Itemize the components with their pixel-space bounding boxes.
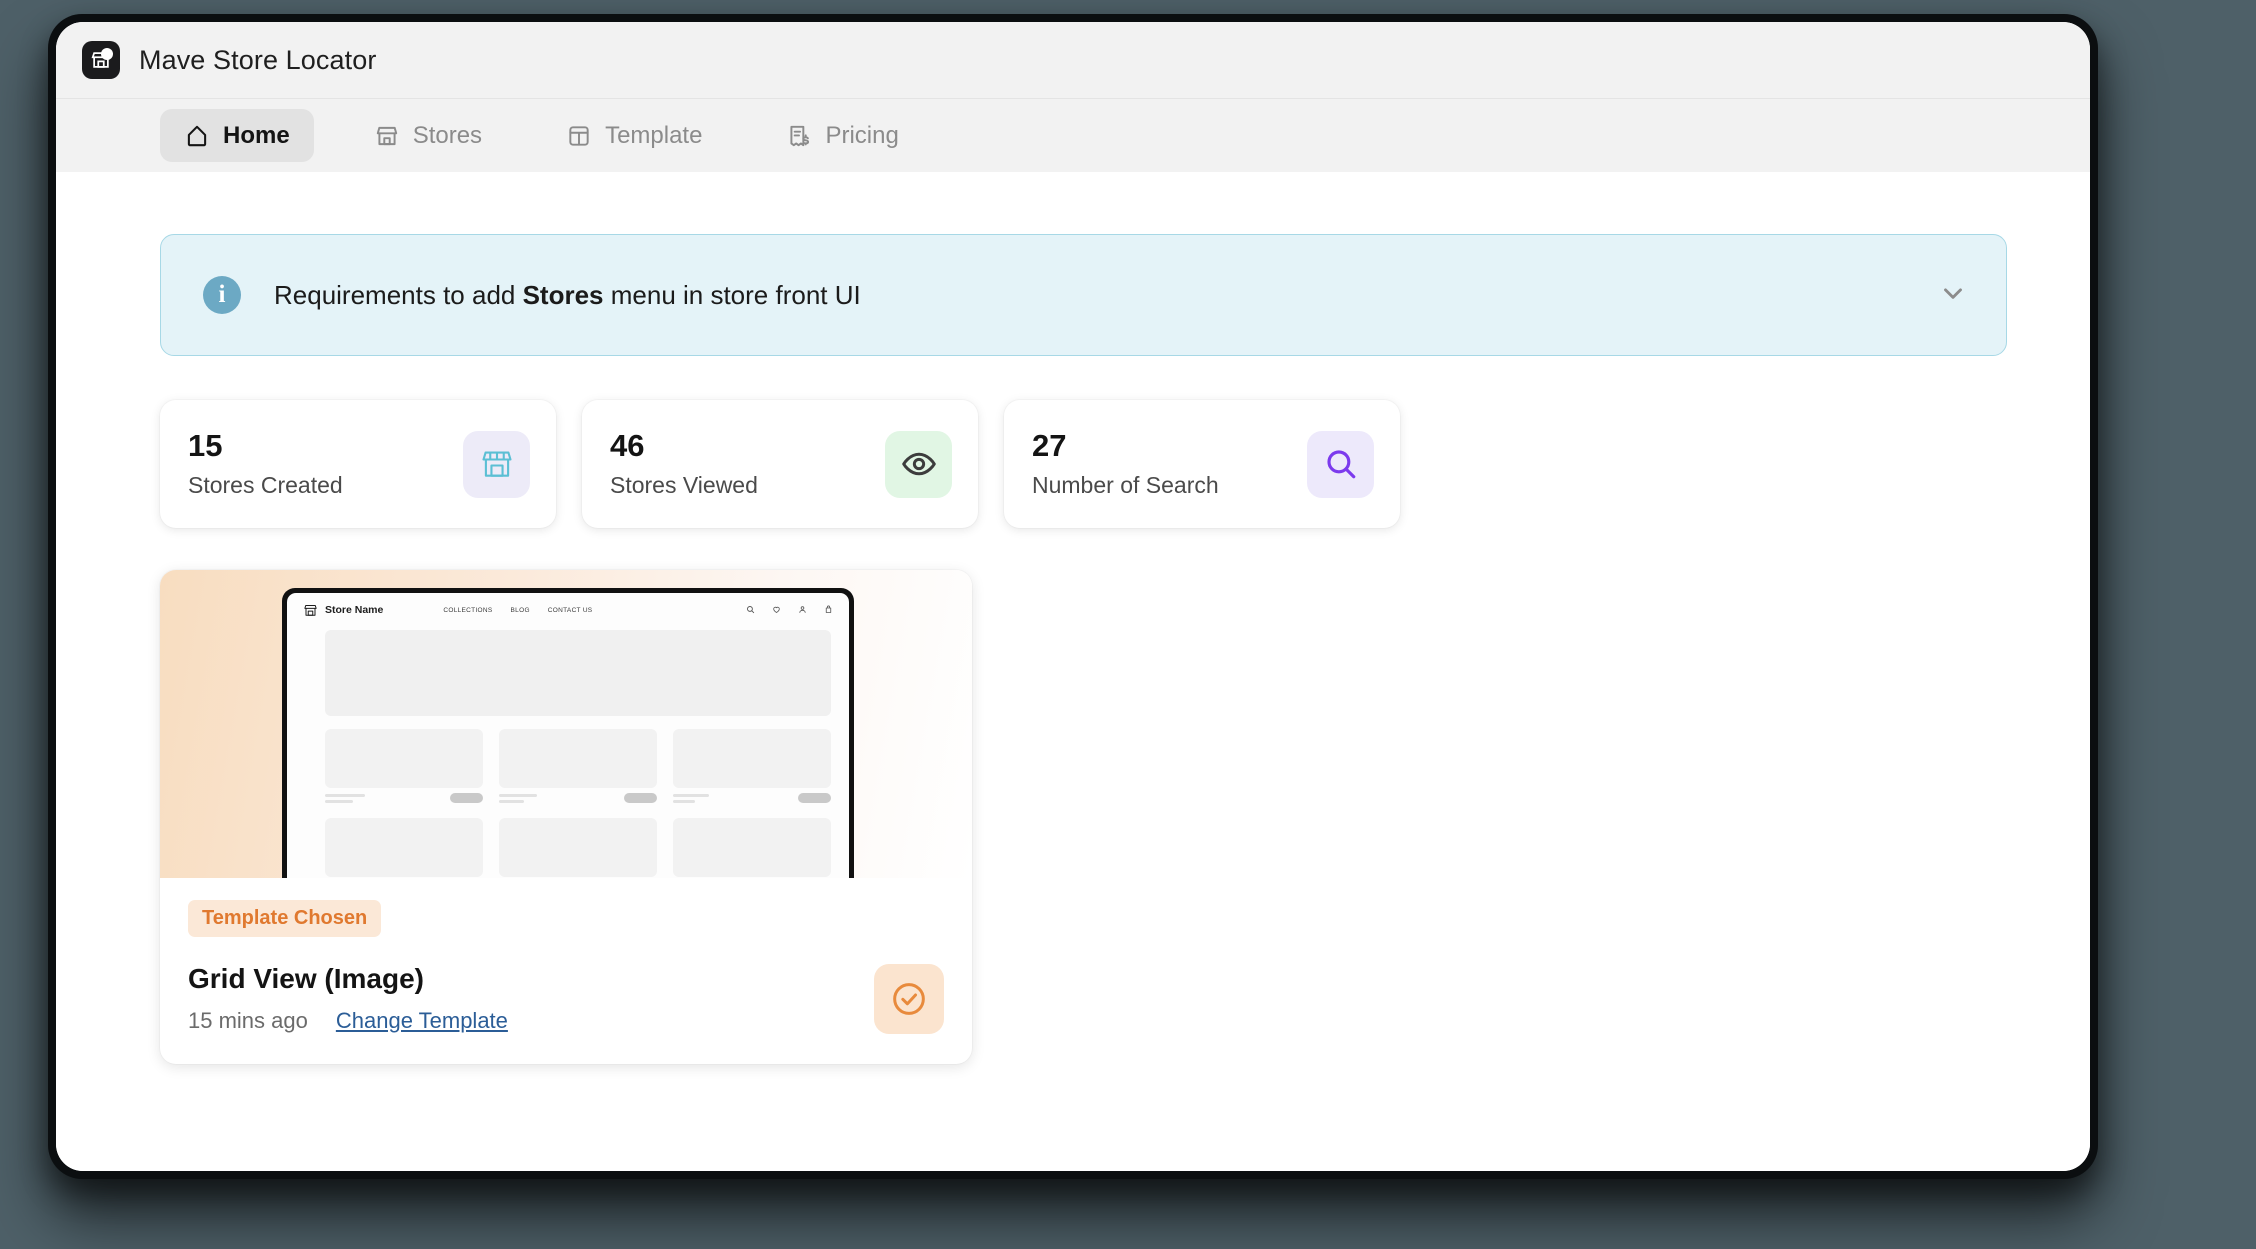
storefront-nav-contact-us: CONTACT US [547,606,593,614]
product-lines [499,793,537,803]
template-meta: 15 mins ago Change Template [188,1008,508,1034]
stat-label: Number of Search [1032,472,1219,499]
change-template-link[interactable]: Change Template [336,1008,508,1034]
product-tile [325,729,483,803]
stat-value: 46 [610,427,645,463]
main-content: i Requirements to add Stores menu in sto… [56,172,2090,1171]
storefront-nav: COLLECTIONS BLOG CONTACT US [443,607,592,614]
product-image [325,729,483,788]
storefront-brand: Store Name [303,603,383,618]
device-mockup: Store Name COLLECTIONS BLOG CONTACT US [282,588,854,878]
product-button [798,793,831,803]
product-image [499,818,657,877]
template-info-row: Grid View (Image) 15 mins ago Change Tem… [188,963,944,1034]
chevron-down-icon[interactable] [1938,278,1968,313]
storefront-hero [325,630,831,716]
status-badge: Template Chosen [188,900,382,937]
product-image [673,818,831,877]
tab-stores[interactable]: Stores [350,109,506,162]
product-tile [673,729,831,803]
tab-home-label: Home [223,121,290,149]
product-image [673,729,831,788]
eye-icon [885,430,952,498]
stat-card-number-of-search[interactable]: 27 Number of Search [1004,400,1400,528]
storefront-header: Store Name COLLECTIONS BLOG CONTACT US [287,593,849,627]
banner-text: Requirements to add Stores menu in store… [274,280,1938,311]
stat-value: 27 [1032,427,1067,463]
storefront-nav-blog: BLOG [510,606,530,614]
template-card-body: Template Chosen Grid View (Image) 15 min… [160,878,972,1064]
product-meta [673,793,831,803]
product-meta [499,793,657,803]
template-name: Grid View (Image) [188,963,424,994]
banner-text-bold: Stores [522,279,604,310]
title-bar: Mave Store Locator [56,22,2090,98]
storefront-icons [746,601,833,619]
page-title: Mave Store Locator [139,44,377,75]
stat-card-stores-viewed[interactable]: 46 Stores Viewed [582,400,978,528]
tab-stores-label: Stores [412,121,483,149]
banner-text-after: menu in store front UI [603,279,861,310]
product-tile [499,729,657,803]
device-screen: Store Name COLLECTIONS BLOG CONTACT US [287,593,849,878]
search-icon [746,601,755,619]
stat-value: 15 [188,427,223,463]
template-timestamp: 15 mins ago [188,1008,308,1033]
stat-text-group: 46 Stores Viewed [610,427,758,499]
stat-text-group: 15 Stores Created [188,427,343,499]
storefront-nav-collections: COLLECTIONS [443,606,493,614]
product-tile [325,818,483,878]
stats-row: 15 Stores Created 46 Stores Viewed 27 Nu… [160,400,2090,528]
product-meta [325,793,483,803]
product-image [499,729,657,788]
template-card[interactable]: Store Name COLLECTIONS BLOG CONTACT US T… [160,570,972,1064]
user-icon [798,601,807,619]
storefront-name: Store Name [325,604,384,616]
storefront-product-grid [325,729,831,878]
tab-template-label: Template [605,121,703,149]
product-button [624,793,657,803]
info-icon: i [203,276,241,314]
product-tile [673,818,831,878]
check-circle-icon[interactable] [874,963,944,1034]
layout-icon [566,123,592,149]
heart-icon [772,601,781,619]
stat-card-stores-created[interactable]: 15 Stores Created [160,400,556,528]
stat-text-group: 27 Number of Search [1032,427,1219,499]
product-image [325,818,483,877]
product-tile [499,818,657,878]
desktop-background: Mave Store Locator Home Stores Template … [0,0,2256,1249]
app-window: Mave Store Locator Home Stores Template … [56,22,2090,1171]
tab-template[interactable]: Template [542,109,726,162]
storefront-icon [374,123,400,149]
app-window-frame: Mave Store Locator Home Stores Template … [48,14,2098,1179]
tab-home[interactable]: Home [160,109,314,162]
template-info-group: Grid View (Image) 15 mins ago Change Tem… [188,963,508,1034]
banner-text-before: Requirements to add [274,279,523,310]
home-icon [184,123,210,149]
product-lines [325,793,365,803]
tab-pricing[interactable]: Pricing [762,109,922,162]
tab-pricing-label: Pricing [825,121,899,149]
product-lines [673,793,709,803]
template-preview: Store Name COLLECTIONS BLOG CONTACT US [160,570,972,878]
bag-icon [824,601,833,619]
main-nav: Home Stores Template Pricing [56,98,2090,172]
store-app-icon [82,41,120,79]
product-button [450,793,483,803]
search-icon [1307,430,1374,498]
receipt-dollar-icon [786,123,812,149]
storefront-icon [463,430,530,498]
app-icon-dot [101,48,113,60]
requirements-banner[interactable]: i Requirements to add Stores menu in sto… [160,234,2007,356]
stat-label: Stores Created [188,472,343,499]
stat-label: Stores Viewed [610,472,758,499]
